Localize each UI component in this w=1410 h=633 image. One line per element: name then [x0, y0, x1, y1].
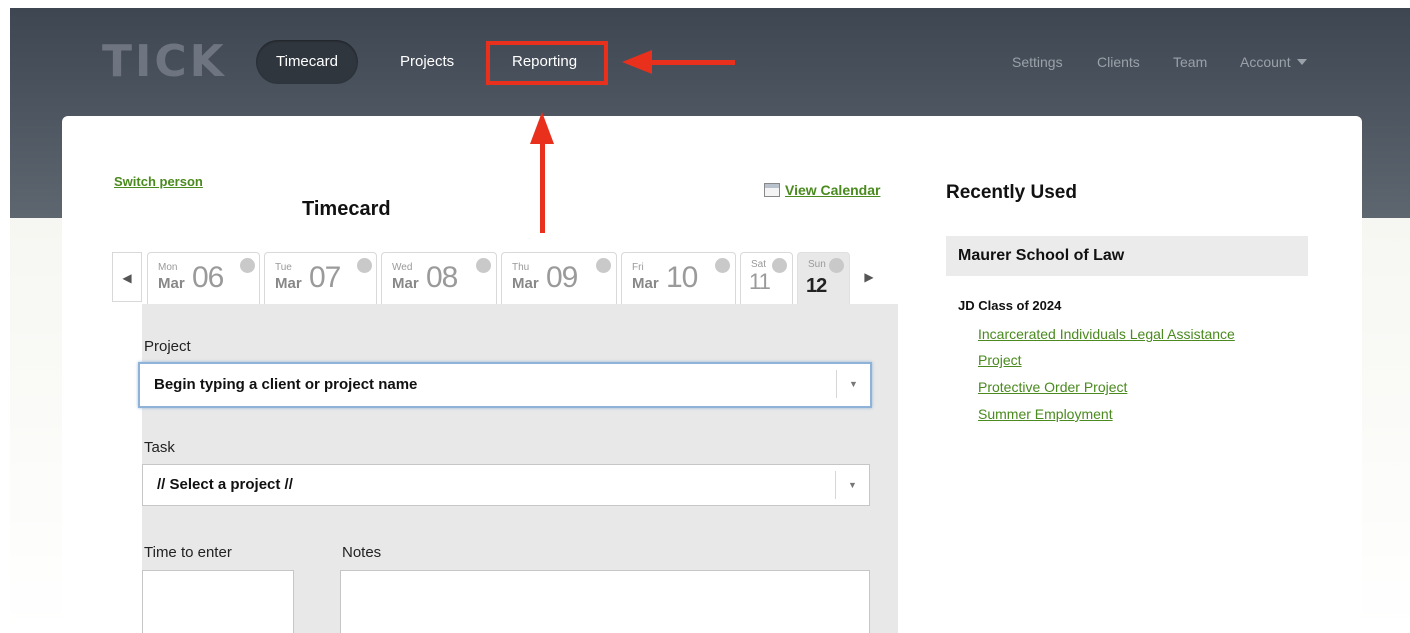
day-tab-sun[interactable]: Sun 12 [797, 252, 850, 304]
day-tab-tue[interactable]: Tue Mar 07 [264, 252, 377, 304]
nav-clients[interactable]: Clients [1097, 54, 1140, 70]
prev-week-button[interactable]: ◀ [112, 252, 142, 302]
annotation-highlight-box [486, 41, 608, 85]
nav-account-label: Account [1240, 54, 1291, 70]
project-select[interactable]: Begin typing a client or project name ▼ [138, 362, 872, 408]
recent-project-link[interactable]: Summer Employment [978, 406, 1113, 422]
day-month: Mar [275, 275, 302, 292]
recent-project-link[interactable]: Incarcerated Individuals Legal Assistanc… [978, 326, 1235, 342]
recent-group: JD Class of 2024 [958, 298, 1062, 313]
view-calendar-link[interactable]: View Calendar [764, 182, 880, 198]
tick-logo[interactable]: TICK [102, 40, 227, 84]
recent-client: Maurer School of Law [946, 236, 1308, 276]
project-label: Project [144, 338, 191, 355]
notes-label: Notes [342, 544, 382, 561]
day-month: Mar [512, 275, 539, 292]
task-select[interactable]: // Select a project // ▼ [142, 464, 870, 506]
day-name: Fri [632, 262, 644, 273]
day-tab-mon[interactable]: Mon Mar 06 [147, 252, 260, 304]
day-number: 09 [546, 261, 578, 294]
entry-form: Project Begin typing a client or project… [138, 304, 898, 633]
recently-used-title: Recently Used [946, 182, 1077, 203]
task-label: Task [144, 439, 175, 456]
recent-project-link[interactable]: Project [978, 352, 1022, 368]
day-tab-wed[interactable]: Wed Mar 08 [381, 252, 497, 304]
timecard-card: Switch person Timecard View Calendar ◀ M… [62, 116, 1362, 633]
nav-account[interactable]: Account [1240, 54, 1307, 70]
day-name: Mon [158, 262, 178, 273]
status-dot-icon [715, 258, 730, 273]
day-name: Sun [808, 259, 826, 270]
annotation-arrow-left-shaft [650, 60, 735, 65]
day-tab-thu[interactable]: Thu Mar 09 [501, 252, 617, 304]
day-number: 07 [309, 261, 341, 294]
annotation-arrow-left-icon [622, 50, 652, 74]
project-placeholder: Begin typing a client or project name [154, 376, 418, 393]
status-dot-icon [240, 258, 255, 273]
day-selector: ◀ Mon Mar 06 Tue Mar 07 Wed Mar 08 Thu M… [112, 252, 898, 304]
day-tab-sat[interactable]: Sat 11 [740, 252, 793, 304]
day-month: Mar [158, 275, 185, 292]
notes-textarea[interactable] [340, 570, 870, 633]
nav-settings[interactable]: Settings [1012, 54, 1063, 70]
chevron-down-icon: ▼ [836, 370, 870, 398]
day-number: 06 [192, 261, 224, 294]
view-calendar-label: View Calendar [785, 182, 881, 198]
nav-team[interactable]: Team [1173, 54, 1207, 70]
calendar-icon [764, 183, 780, 197]
app-frame: TICK Timecard Projects Reporting Setting… [10, 8, 1410, 633]
day-name: Wed [392, 262, 413, 273]
page-title: Timecard [302, 198, 391, 220]
day-month: Mar [632, 275, 659, 292]
chevron-down-icon: ▼ [835, 471, 869, 499]
day-name: Tue [275, 262, 292, 273]
status-dot-icon [476, 258, 491, 273]
day-number: 11 [749, 269, 771, 294]
day-month: Mar [392, 275, 419, 292]
status-dot-icon [357, 258, 372, 273]
nav-projects[interactable]: Projects [380, 40, 474, 84]
nav-timecard[interactable]: Timecard [256, 40, 358, 84]
chevron-down-icon [1296, 59, 1307, 65]
annotation-arrow-up-icon [530, 112, 554, 144]
status-dot-icon [829, 258, 844, 273]
switch-person-link[interactable]: Switch person [114, 174, 203, 189]
recent-project-link[interactable]: Protective Order Project [978, 379, 1127, 395]
day-number: 08 [426, 261, 458, 294]
status-dot-icon [772, 258, 787, 273]
day-name: Thu [512, 262, 530, 273]
next-week-button[interactable]: ▶ [854, 252, 884, 302]
time-label: Time to enter [144, 544, 232, 561]
annotation-arrow-up-shaft [540, 143, 545, 233]
task-value: // Select a project // [157, 476, 293, 493]
status-dot-icon [596, 258, 611, 273]
day-number: 12 [806, 275, 827, 297]
day-tab-fri[interactable]: Fri Mar 10 [621, 252, 736, 304]
day-number: 10 [666, 261, 698, 294]
time-input[interactable] [142, 570, 294, 633]
